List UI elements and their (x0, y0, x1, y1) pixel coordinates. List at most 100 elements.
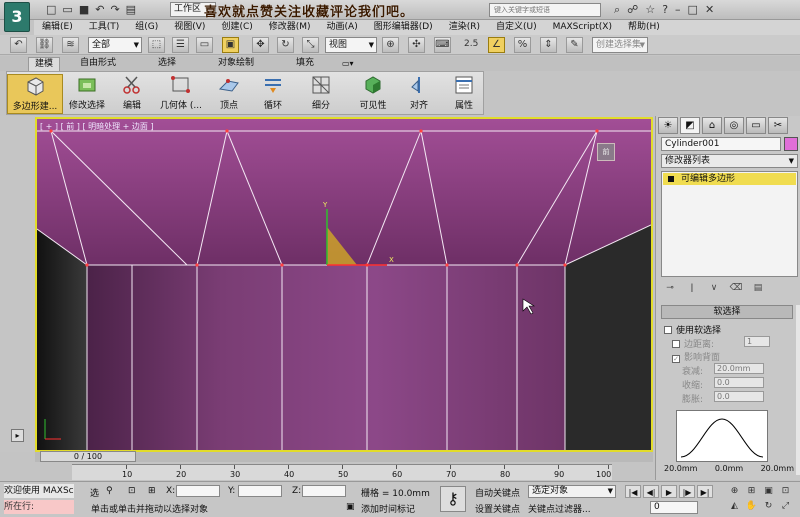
pinch-field[interactable]: 0.0 (714, 377, 764, 388)
track-bar-ruler[interactable]: 10 20 30 40 50 60 70 80 90 100 (72, 464, 612, 480)
angle-snap-icon[interactable]: ∠ (488, 37, 505, 53)
orbit-icon[interactable]: ↻ (761, 500, 776, 513)
pin-stack-icon[interactable]: ⊸ (661, 281, 679, 295)
remove-modifier-icon[interactable]: ⌫ (727, 281, 745, 295)
undo-tool-icon[interactable]: ↶ (10, 37, 27, 53)
set-key-button[interactable]: 设置关键点 (475, 502, 520, 515)
selection-region-icon[interactable]: ▭ (196, 37, 213, 53)
undo-icon[interactable]: ↶ (95, 3, 104, 16)
visibility-button[interactable]: 可见性 (351, 74, 395, 114)
key-mode-select[interactable]: 选定对象 (528, 485, 616, 498)
menu-group[interactable]: 组(G) (127, 20, 166, 35)
community-icon[interactable]: ☍ (627, 3, 638, 17)
maxscript-mini-listener[interactable]: 所在行: (4, 500, 74, 514)
use-soft-selection-checkbox[interactable] (664, 326, 672, 334)
utilities-tab-icon[interactable]: ✂ (768, 117, 788, 134)
y-coordinate-field[interactable] (238, 485, 282, 497)
auto-key-button[interactable]: 自动关键点 (475, 486, 520, 499)
open-file-icon[interactable]: ▭ (62, 3, 72, 16)
motion-tab-icon[interactable]: ◎ (724, 117, 744, 134)
star-icon[interactable]: ☆ (645, 3, 655, 17)
scale-icon[interactable]: ⤡ (302, 37, 319, 53)
new-file-icon[interactable]: □ (46, 3, 56, 16)
menu-maxscript[interactable]: MAXScript(X) (545, 20, 620, 35)
x-coordinate-field[interactable] (176, 485, 220, 497)
show-end-result-icon[interactable]: ǀ (683, 281, 701, 295)
viewport-label[interactable]: [ + ] [ 前 ] [ 明暗处理 + 边面 ] (40, 121, 154, 132)
maximize-icon[interactable]: □ (688, 3, 698, 17)
zoom-icon[interactable]: ⊕ (727, 485, 742, 498)
selection-filter-select[interactable]: 全部 (88, 37, 142, 53)
lock-icon[interactable]: ⚲ (106, 486, 113, 496)
edit-button[interactable]: 编辑 (113, 74, 151, 114)
properties-button[interactable]: 属性 (447, 74, 481, 114)
bubble-field[interactable]: 0.0 (714, 391, 764, 402)
play-icon[interactable]: ▶ (661, 485, 677, 498)
rollout-soft-selection[interactable]: 软选择 (661, 305, 793, 319)
zoom-extents-all-icon[interactable]: ⊡ (778, 485, 793, 498)
tab-selection[interactable]: 选择 (152, 57, 182, 71)
time-slider[interactable]: 0 / 100 (40, 451, 136, 462)
rotate-icon[interactable]: ↻ (277, 37, 294, 53)
tab-freeform[interactable]: 自由形式 (74, 57, 122, 71)
go-to-start-icon[interactable]: |◀ (625, 485, 641, 498)
vertices-button[interactable]: 顶点 (211, 74, 247, 114)
menu-customize[interactable]: 自定义(U) (488, 20, 545, 35)
app-logo-button[interactable]: 3 (4, 2, 30, 32)
maxscript-listener[interactable]: 欢迎使用 MAXSc (4, 484, 74, 498)
loops-button[interactable]: 循环 (255, 74, 291, 114)
use-soft-selection-row[interactable]: 使用软选择 (664, 323, 721, 336)
help-icon[interactable]: ? (662, 3, 668, 17)
go-to-end-icon[interactable]: ▶| (697, 485, 713, 498)
z-coordinate-field[interactable] (302, 485, 346, 497)
modify-tab-icon[interactable]: ◩ (680, 117, 700, 134)
keyboard-shortcut-toggle-icon[interactable]: ⌨ (434, 37, 451, 53)
align-button[interactable]: 对齐 (401, 74, 437, 114)
key-filters-button[interactable]: 关键点过滤器... (528, 502, 591, 515)
menu-edit[interactable]: 编辑(E) (34, 20, 81, 35)
object-name-field[interactable]: Cylinder001 (661, 137, 781, 151)
polygon-modeling-button[interactable]: 多边形建... (7, 74, 63, 114)
front-viewport[interactable]: Y X [ + ] [ 前 ] [ 明暗处理 + 边面 ] 前 (35, 117, 653, 452)
isolate-icon[interactable]: ⊡ (128, 486, 136, 496)
display-tab-icon[interactable]: ▭ (746, 117, 766, 134)
close-icon[interactable]: ✕ (705, 3, 714, 17)
save-icon[interactable]: ■ (79, 3, 89, 16)
select-link-icon[interactable]: ⛓ (36, 37, 53, 53)
edge-distance-field[interactable]: 1 (744, 336, 770, 347)
search-icon[interactable]: ⌕ (614, 3, 620, 17)
set-key-icon[interactable]: ⚷ (440, 486, 466, 512)
menu-animation[interactable]: 动画(A) (319, 20, 366, 35)
field-of-view-icon[interactable]: ◭ (727, 500, 742, 513)
menu-views[interactable]: 视图(V) (166, 20, 213, 35)
percent-snap-icon[interactable]: % (514, 37, 531, 53)
tab-modeling[interactable]: 建模 (28, 57, 61, 71)
pan-icon[interactable]: ✋ (744, 500, 759, 513)
menu-help[interactable]: 帮助(H) (620, 20, 668, 35)
window-crossing-icon[interactable]: ▣ (222, 37, 239, 53)
hierarchy-tab-icon[interactable]: ⌂ (702, 117, 722, 134)
select-manipulate-icon[interactable]: ✣ (408, 37, 425, 53)
tab-object-paint[interactable]: 对象绘制 (212, 57, 260, 71)
ribbon-options-icon[interactable]: ▭▾ (336, 57, 360, 71)
falloff-field[interactable]: 20.0mm (714, 363, 764, 374)
make-unique-icon[interactable]: ∨ (705, 281, 723, 295)
add-time-tag[interactable]: 添加时间标记 (361, 502, 415, 515)
next-frame-icon[interactable]: |▶ (679, 485, 695, 498)
expand-toggle-icon[interactable] (668, 176, 674, 182)
edit-named-selection-icon[interactable]: ✎ (566, 37, 583, 53)
menu-graph-editors[interactable]: 图形编辑器(D) (366, 20, 441, 35)
maximize-viewport-icon[interactable]: ⤢ (778, 500, 793, 513)
geometry-all-button[interactable]: 几何体 (... (155, 74, 207, 114)
zoom-all-icon[interactable]: ⊞ (744, 485, 759, 498)
object-color-swatch[interactable] (784, 137, 798, 151)
time-tag-icon[interactable]: ▣ (346, 502, 355, 512)
move-icon[interactable]: ✥ (252, 37, 269, 53)
project-folder-icon[interactable]: ▤ (126, 3, 136, 16)
bind-space-warp-icon[interactable]: ≋ (62, 37, 79, 53)
create-tab-icon[interactable]: ☀ (658, 117, 678, 134)
previous-frame-icon[interactable]: ◀| (643, 485, 659, 498)
current-frame-field[interactable]: 0 (650, 501, 698, 514)
menu-tools[interactable]: 工具(T) (81, 20, 128, 35)
select-by-name-icon[interactable]: ☰ (172, 37, 189, 53)
